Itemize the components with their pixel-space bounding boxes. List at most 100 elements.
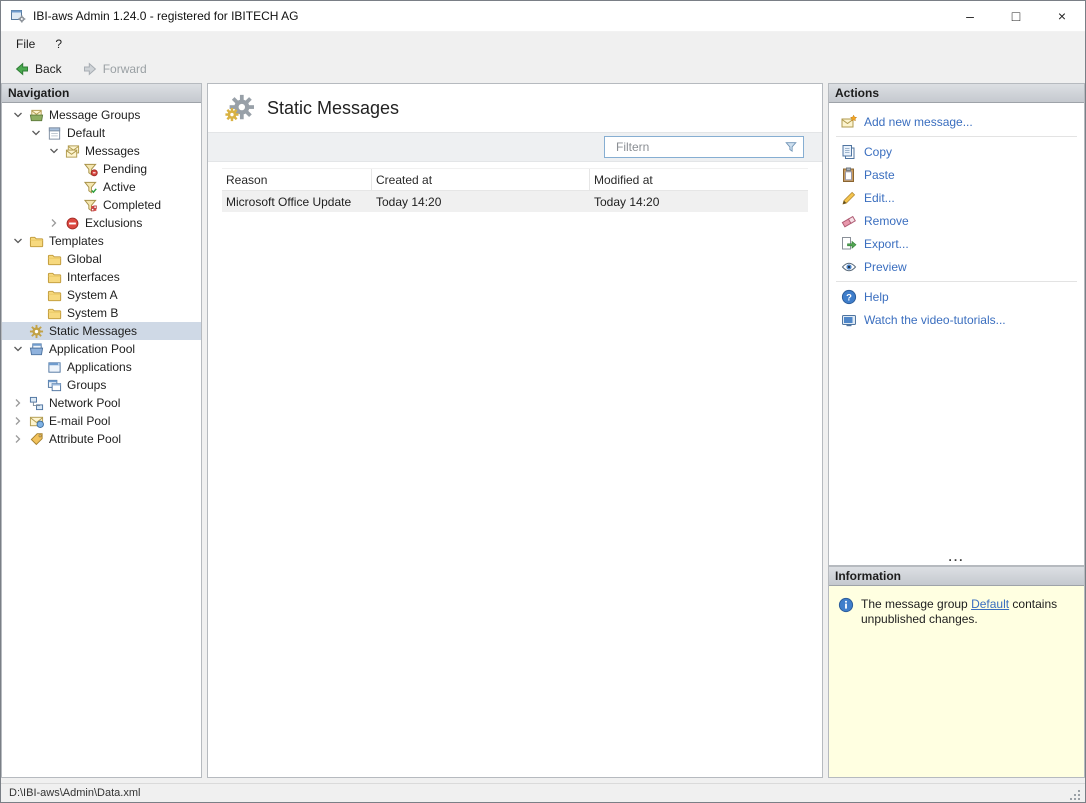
minimize-button[interactable]: – [947, 1, 993, 31]
tree-item-system-b[interactable]: System B [2, 304, 201, 322]
exclusions-icon [64, 215, 80, 231]
action-copy[interactable]: Copy [829, 140, 1084, 163]
folder-icon [46, 287, 62, 303]
blank-expander [10, 323, 26, 339]
forward-label: Forward [102, 62, 147, 76]
panel-splitter-grip[interactable]: ... [829, 551, 1084, 563]
tree-item-applications[interactable]: Applications [2, 358, 201, 376]
chevron-down-icon[interactable] [46, 143, 62, 159]
cell-created-at: Today 14:20 [376, 194, 442, 209]
remove-eraser-icon [841, 213, 857, 229]
message-group-icon [46, 125, 62, 141]
column-header-reason[interactable]: Reason [222, 169, 372, 190]
tree-item-message-groups[interactable]: Message Groups [2, 106, 201, 124]
action-edit[interactable]: Edit... [829, 186, 1084, 209]
tree-item-active[interactable]: Active [2, 178, 201, 196]
chevron-down-icon[interactable] [10, 341, 26, 357]
help-icon: ? [841, 289, 857, 305]
message-groups-icon [28, 107, 44, 123]
tree-item-exclusions[interactable]: Exclusions [2, 214, 201, 232]
tree-item-network-pool[interactable]: Network Pool [2, 394, 201, 412]
tree-item-global[interactable]: Global [2, 250, 201, 268]
action-preview[interactable]: Preview [829, 255, 1084, 278]
messages-icon [64, 143, 80, 159]
tree-item-messages[interactable]: Messages [2, 142, 201, 160]
forward-button[interactable]: Forward [75, 58, 154, 80]
page-header: Static Messages [208, 84, 822, 132]
blank-expander [28, 251, 44, 267]
chevron-right-icon[interactable] [46, 215, 62, 231]
tree-item-pending[interactable]: Pending [2, 160, 201, 178]
tree-item-system-a[interactable]: System A [2, 286, 201, 304]
tree-item-static-messages[interactable]: Static Messages [2, 322, 201, 340]
main-panel: Static Messages Reason Created at Modifi… [207, 83, 823, 778]
tree-item-application-pool[interactable]: Application Pool [2, 340, 201, 358]
title-bar: IBI-aws Admin 1.24.0 - registered for IB… [1, 1, 1085, 32]
action-export[interactable]: Export... [829, 232, 1084, 255]
filter-funnel-icon[interactable] [784, 140, 798, 154]
toolbar: Back Forward [1, 55, 1085, 83]
column-header-created-at[interactable]: Created at [372, 169, 590, 190]
folder-icon [46, 251, 62, 267]
chevron-down-icon[interactable] [28, 125, 44, 141]
action-remove[interactable]: Remove [829, 209, 1084, 232]
resize-grip-icon[interactable] [1069, 789, 1082, 802]
action-watch-video-tutorials[interactable]: Watch the video-tutorials... [829, 308, 1084, 331]
chevron-right-icon[interactable] [10, 431, 26, 447]
filter-box [604, 136, 804, 158]
gear-icon [28, 323, 44, 339]
filter-input[interactable] [616, 140, 784, 154]
close-button[interactable]: × [1039, 1, 1085, 31]
folder-icon [46, 269, 62, 285]
forward-arrow-icon [82, 61, 98, 77]
application-pool-icon [28, 341, 44, 357]
blank-expander [28, 287, 44, 303]
workspace: Navigation Message Groups Default Messag… [1, 83, 1085, 778]
chevron-right-icon[interactable] [10, 395, 26, 411]
right-column: Actions Add new message... Copy Paste Ed… [828, 83, 1085, 778]
action-add-new-message[interactable]: Add new message... [829, 110, 1084, 133]
tree-item-default[interactable]: Default [2, 124, 201, 142]
navigation-header: Navigation [2, 84, 201, 103]
actions-separator [836, 136, 1077, 137]
back-arrow-icon [14, 61, 30, 77]
status-file-path: D:\IBI-aws\Admin\Data.xml [9, 787, 141, 799]
tree-item-interfaces[interactable]: Interfaces [2, 268, 201, 286]
window-controls: – □ × [947, 1, 1085, 31]
filter-bar [208, 132, 822, 162]
chevron-down-icon[interactable] [10, 233, 26, 249]
menu-item-help[interactable]: ? [45, 34, 72, 54]
actions-list: Add new message... Copy Paste Edit... Re… [829, 103, 1084, 565]
tree-item-completed[interactable]: Completed [2, 196, 201, 214]
chevron-down-icon[interactable] [10, 107, 26, 123]
tree-item-groups[interactable]: Groups [2, 376, 201, 394]
tree-item-templates[interactable]: Templates [2, 232, 201, 250]
actions-separator [836, 281, 1077, 282]
paste-icon [841, 167, 857, 183]
tree-item-attribute-pool[interactable]: Attribute Pool [2, 430, 201, 448]
app-icon [10, 8, 26, 24]
window-title: IBI-aws Admin 1.24.0 - registered for IB… [33, 9, 299, 23]
actions-panel: Actions Add new message... Copy Paste Ed… [828, 83, 1085, 566]
maximize-button[interactable]: □ [993, 1, 1039, 31]
action-paste[interactable]: Paste [829, 163, 1084, 186]
copy-icon [841, 144, 857, 160]
chevron-right-icon[interactable] [10, 413, 26, 429]
tree-item-email-pool[interactable]: E-mail Pool [2, 412, 201, 430]
navigation-tree: Message Groups Default Messages Pending [2, 103, 201, 777]
svg-text:?: ? [846, 292, 852, 303]
new-message-icon [841, 114, 857, 130]
completed-filter-icon [82, 197, 98, 213]
default-group-link[interactable]: Default [971, 597, 1009, 611]
back-button[interactable]: Back [7, 58, 69, 80]
cell-modified-at: Today 14:20 [594, 194, 660, 209]
messages-table: Reason Created at Modified at Microsoft … [222, 168, 808, 212]
menu-item-file[interactable]: File [6, 34, 45, 54]
actions-header: Actions [829, 84, 1084, 103]
export-arrow-icon [841, 236, 857, 252]
column-header-modified-at[interactable]: Modified at [590, 169, 808, 190]
table-row[interactable]: Microsoft Office Update Today 14:20 Toda… [222, 191, 808, 212]
folder-icon [46, 305, 62, 321]
pending-filter-icon [82, 161, 98, 177]
action-help[interactable]: ? Help [829, 285, 1084, 308]
